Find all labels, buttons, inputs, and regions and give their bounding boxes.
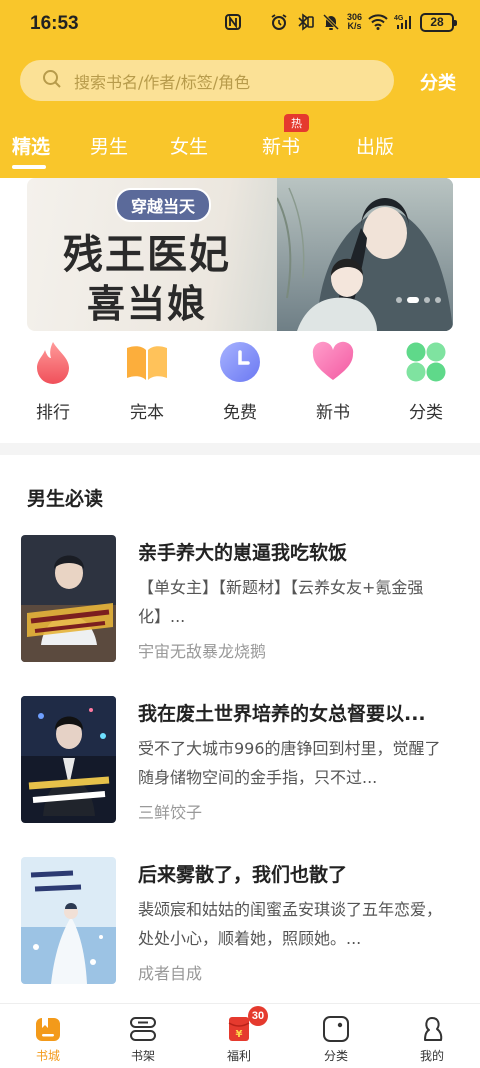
status-time: 16:53: [30, 13, 79, 34]
book-title: 我在废土世界培养的女总督要以...: [138, 703, 426, 725]
nav-profile[interactable]: 我的: [392, 1014, 472, 1064]
nav-bookshelf[interactable]: 书架: [103, 1014, 183, 1064]
book-author: 宇宙无敌暴龙烧鹅: [138, 642, 267, 661]
channel-tabs: 精选 男生 女生 新书 出版: [0, 122, 480, 172]
bluetooth-vibrate-icon: [295, 12, 315, 32]
quick-nav-completed[interactable]: 完本: [107, 338, 187, 423]
hot-badge: 热: [284, 114, 309, 132]
profile-icon: [417, 1014, 447, 1044]
active-tab-indicator: [12, 165, 46, 169]
book-description: 受不了大城市996的唐铮回到村里，觉醒了随身储物空间的金手指，只不过...: [138, 739, 441, 787]
nav-rewards[interactable]: ¥ 福利: [199, 1014, 279, 1064]
section-title: 男生必读: [27, 488, 104, 510]
section-divider: [0, 443, 480, 455]
category-button[interactable]: 分类: [420, 69, 456, 95]
book-description: 【单女主】【新题材】【云养女友+氪金强化】...: [138, 578, 424, 626]
signal-4g-icon: 4G: [394, 12, 414, 32]
tab-featured[interactable]: 精选: [12, 132, 50, 159]
alarm-icon: [269, 12, 289, 32]
book-cover[interactable]: [21, 857, 116, 984]
tab-new-books[interactable]: 新书: [262, 132, 300, 159]
open-book-icon: [125, 340, 169, 384]
bookshelf-icon: [128, 1014, 158, 1044]
book-description: 裴颂宸和姑姑的闺蜜孟安琪谈了五年恋爱，处处小心，顺着她，照顾她。...: [138, 900, 443, 948]
quick-nav-new-books[interactable]: 新书: [293, 338, 373, 423]
nav-category[interactable]: 分类: [296, 1014, 376, 1064]
pagination-dot: [435, 297, 441, 303]
nfc-icon: [223, 12, 243, 32]
svg-text:¥: ¥: [236, 1029, 243, 1040]
status-icons: 306 K/s 4G 28: [223, 12, 457, 32]
mute-bell-icon: [321, 12, 341, 32]
book-title: 亲手养大的崽逼我吃软饭: [138, 542, 348, 564]
search-input[interactable]: 搜索书名/作者/标签/角色: [20, 60, 394, 101]
book-author: 成者自成: [138, 964, 203, 983]
quick-nav: 排行 完本 免费 新书 分类: [0, 338, 480, 428]
bottom-nav: 书城 书架 ¥ 福利 分类 我的: [0, 1003, 480, 1068]
battery-indicator: 28: [420, 12, 457, 32]
grid-icon: [404, 340, 448, 384]
tab-published[interactable]: 出版: [356, 132, 394, 159]
rewards-count-badge: 30: [248, 1006, 268, 1026]
book-item[interactable]: 亲手养大的崽逼我吃软饭 【单女主】【新题材】【云养女友+氪金强化】... 宇宙无…: [0, 535, 480, 675]
clock-icon: [218, 340, 262, 384]
wifi-icon: [368, 12, 388, 32]
category-icon: [321, 1014, 351, 1044]
svg-text:4G: 4G: [394, 15, 404, 22]
quick-nav-category[interactable]: 分类: [386, 338, 466, 423]
tab-female[interactable]: 女生: [170, 132, 208, 159]
quick-nav-ranking[interactable]: 排行: [13, 338, 93, 423]
nav-bookstore[interactable]: 书城: [8, 1014, 88, 1064]
pagination-dot-active: [407, 297, 419, 303]
heart-icon: [311, 340, 355, 384]
tab-male[interactable]: 男生: [90, 132, 128, 159]
book-cover[interactable]: [21, 535, 116, 662]
top-header: 16:53 306 K/s 4G 28 搜索书名/作者/标签/角色 分类 精选 …: [0, 0, 480, 178]
book-author: 三鲜饺子: [138, 803, 203, 822]
promo-banner[interactable]: 穿越当天 残王医妃 喜当娘: [27, 178, 453, 331]
banner-tag: 穿越当天: [115, 188, 212, 222]
book-item[interactable]: 后来雾散了，我们也散了 裴颂宸和姑姑的闺蜜孟安琪谈了五年恋爱，处处小心，顺着她，…: [0, 857, 480, 997]
pagination-dot: [424, 297, 430, 303]
book-item[interactable]: 我在废土世界培养的女总督要以... 受不了大城市996的唐铮回到村里，觉醒了随身…: [0, 696, 480, 836]
flame-icon: [31, 340, 75, 384]
network-speed: 306 K/s: [346, 12, 362, 31]
banner-illustration: [277, 178, 453, 331]
book-title: 后来雾散了，我们也散了: [138, 864, 348, 886]
pagination-dot: [396, 297, 402, 303]
banner-title-line2: 喜当娘: [87, 281, 208, 326]
search-placeholder: 搜索书名/作者/标签/角色: [74, 72, 251, 92]
quick-nav-free[interactable]: 免费: [200, 338, 280, 423]
search-icon: [42, 69, 62, 93]
book-cover[interactable]: [21, 696, 116, 823]
status-bar: 16:53 306 K/s 4G 28: [0, 0, 480, 50]
banner-pagination: [396, 297, 441, 303]
bookstore-icon: [33, 1014, 63, 1044]
banner-title-line1: 残王医妃: [63, 231, 231, 278]
